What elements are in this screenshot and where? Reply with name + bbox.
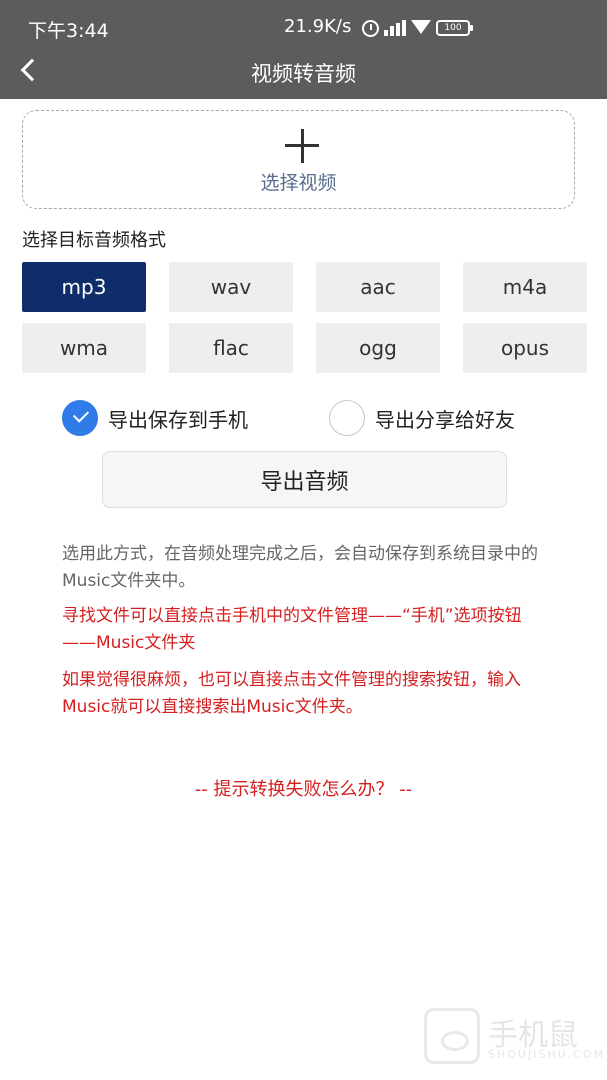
page-title: 视频转音频 xyxy=(251,62,356,86)
format-option-flac[interactable]: flac xyxy=(169,323,293,373)
format-option-ogg[interactable]: ogg xyxy=(316,323,440,373)
watermark-logo-icon xyxy=(424,1008,480,1064)
alarm-icon xyxy=(362,19,379,37)
info-text: 选用此方式，在音频处理完成之后，会自动保存到系统目录中的Music文件夹中。 xyxy=(62,544,538,591)
conversion-failed-help-link[interactable]: -- 提示转换失败怎么办？ -- xyxy=(0,775,607,801)
radio-empty-icon[interactable] xyxy=(329,400,365,436)
format-option-wma[interactable]: wma xyxy=(22,323,146,373)
watermark-domain: SHOUJISHU.COM xyxy=(488,1048,606,1061)
tip-text-2: 如果觉得很麻烦，也可以直接点击文件管理的搜索按钮，输入Music就可以直接搜索出… xyxy=(62,670,521,717)
format-option-aac[interactable]: aac xyxy=(316,262,440,312)
select-video-button[interactable]: 选择视频 xyxy=(22,110,575,209)
network-speed: 21.9K/s xyxy=(284,16,352,37)
format-option-mp3[interactable]: mp3 xyxy=(22,262,146,312)
status-time: 下午3:44 xyxy=(28,20,109,42)
top-bar: 下午3:44 21.9K/s 100 视频转音频 xyxy=(0,0,607,99)
battery-icon: 100 xyxy=(436,20,473,36)
wifi-icon xyxy=(411,20,431,36)
plus-icon xyxy=(285,129,319,163)
format-section-title: 选择目标音频格式 xyxy=(22,230,166,251)
format-option-m4a[interactable]: m4a xyxy=(463,262,587,312)
save-to-phone-radio[interactable]: 导出保存到手机 xyxy=(62,400,248,436)
save-to-phone-label: 导出保存到手机 xyxy=(108,407,248,432)
format-option-wav[interactable]: wav xyxy=(169,262,293,312)
export-audio-button[interactable]: 导出音频 xyxy=(102,451,507,508)
share-to-friend-label: 导出分享给好友 xyxy=(375,407,515,432)
signal-icon xyxy=(384,20,406,36)
format-option-opus[interactable]: opus xyxy=(463,323,587,373)
watermark: 手机鼠 SHOUJISHU.COM xyxy=(424,1008,603,1068)
tip-text-1: 寻找文件可以直接点击手机中的文件管理——“手机”选项按钮——Music文件夹 xyxy=(62,606,522,653)
status-bar: 下午3:44 21.9K/s 100 xyxy=(0,0,607,52)
share-to-friend-radio[interactable]: 导出分享给好友 xyxy=(329,400,515,436)
status-icons: 100 xyxy=(362,18,473,38)
select-video-label: 选择视频 xyxy=(260,172,337,194)
checkmark-icon[interactable] xyxy=(62,400,98,436)
